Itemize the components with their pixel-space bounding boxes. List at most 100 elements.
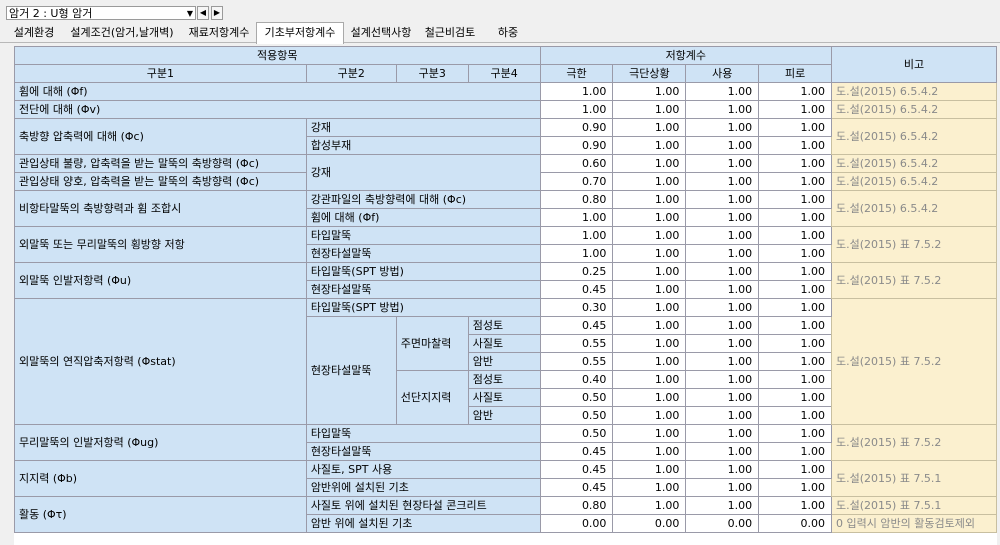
factor-limit-cell[interactable]: 0.60 bbox=[539, 154, 614, 173]
factor-fatigue-cell[interactable]: 1.00 bbox=[758, 370, 833, 389]
factor-service-cell[interactable]: 1.00 bbox=[685, 190, 760, 209]
factor-extreme-cell[interactable]: 1.00 bbox=[612, 136, 687, 155]
factor-service-cell[interactable]: 1.00 bbox=[685, 406, 760, 425]
factor-limit-cell[interactable]: 0.45 bbox=[539, 460, 614, 479]
factor-limit-cell[interactable]: 0.30 bbox=[539, 298, 614, 317]
chevron-down-icon[interactable]: ▼ bbox=[187, 7, 193, 20]
factor-service-cell[interactable]: 1.00 bbox=[685, 460, 760, 479]
factor-limit-cell[interactable]: 1.00 bbox=[539, 226, 614, 245]
factor-service-cell[interactable]: 1.00 bbox=[685, 388, 760, 407]
tab-foundation-resistance[interactable]: 기초부저항계수 bbox=[256, 22, 344, 44]
factor-limit-cell[interactable]: 0.70 bbox=[539, 172, 614, 191]
factor-extreme-cell[interactable]: 1.00 bbox=[612, 496, 687, 515]
factor-limit-cell[interactable]: 1.00 bbox=[539, 244, 614, 263]
factor-fatigue-cell[interactable]: 1.00 bbox=[758, 460, 833, 479]
factor-fatigue-cell[interactable]: 1.00 bbox=[758, 262, 833, 281]
factor-limit-cell[interactable]: 1.00 bbox=[539, 82, 614, 101]
factor-service-cell[interactable]: 1.00 bbox=[685, 208, 760, 227]
factor-service-cell[interactable]: 1.00 bbox=[685, 136, 760, 155]
prev-culvert-button[interactable]: ◀ bbox=[197, 6, 209, 20]
tab-design-options[interactable]: 설계선택사항 bbox=[346, 24, 416, 42]
factor-extreme-cell[interactable]: 1.00 bbox=[612, 424, 687, 443]
factor-service-cell[interactable]: 1.00 bbox=[685, 172, 760, 191]
factor-fatigue-cell[interactable]: 1.00 bbox=[758, 244, 833, 263]
factor-fatigue-cell[interactable]: 1.00 bbox=[758, 208, 833, 227]
culvert-selector[interactable]: 암거 2 : U형 암거 ▼ bbox=[6, 6, 196, 20]
tab-material-resistance[interactable]: 재료저항계수 bbox=[184, 24, 254, 42]
factor-extreme-cell[interactable]: 1.00 bbox=[612, 118, 687, 137]
factor-extreme-cell[interactable]: 1.00 bbox=[612, 244, 687, 263]
factor-fatigue-cell[interactable]: 1.00 bbox=[758, 496, 833, 515]
factor-service-cell[interactable]: 1.00 bbox=[685, 154, 760, 173]
factor-service-cell[interactable]: 1.00 bbox=[685, 244, 760, 263]
factor-extreme-cell[interactable]: 1.00 bbox=[612, 100, 687, 119]
factor-extreme-cell[interactable]: 1.00 bbox=[612, 478, 687, 497]
factor-service-cell[interactable]: 1.00 bbox=[685, 82, 760, 101]
factor-limit-cell[interactable]: 0.45 bbox=[539, 442, 614, 461]
factor-extreme-cell[interactable]: 1.00 bbox=[612, 262, 687, 281]
factor-limit-cell[interactable]: 0.90 bbox=[539, 118, 614, 137]
factor-fatigue-cell[interactable]: 1.00 bbox=[758, 154, 833, 173]
factor-extreme-cell[interactable]: 1.00 bbox=[612, 208, 687, 227]
factor-fatigue-cell[interactable]: 1.00 bbox=[758, 118, 833, 137]
factor-fatigue-cell[interactable]: 1.00 bbox=[758, 280, 833, 299]
factor-extreme-cell[interactable]: 1.00 bbox=[612, 154, 687, 173]
factor-limit-cell[interactable]: 0.45 bbox=[539, 316, 614, 335]
factor-fatigue-cell[interactable]: 0.00 bbox=[758, 514, 833, 533]
factor-fatigue-cell[interactable]: 1.00 bbox=[758, 388, 833, 407]
factor-fatigue-cell[interactable]: 1.00 bbox=[758, 442, 833, 461]
factor-limit-cell[interactable]: 1.00 bbox=[539, 100, 614, 119]
factor-extreme-cell[interactable]: 1.00 bbox=[612, 370, 687, 389]
factor-service-cell[interactable]: 1.00 bbox=[685, 352, 760, 371]
factor-service-cell[interactable]: 1.00 bbox=[685, 442, 760, 461]
factor-limit-cell[interactable]: 0.45 bbox=[539, 478, 614, 497]
factor-service-cell[interactable]: 1.00 bbox=[685, 262, 760, 281]
factor-limit-cell[interactable]: 0.50 bbox=[539, 406, 614, 425]
factor-extreme-cell[interactable]: 1.00 bbox=[612, 280, 687, 299]
factor-service-cell[interactable]: 1.00 bbox=[685, 118, 760, 137]
factor-limit-cell[interactable]: 0.55 bbox=[539, 352, 614, 371]
factor-service-cell[interactable]: 0.00 bbox=[685, 514, 760, 533]
factor-fatigue-cell[interactable]: 1.00 bbox=[758, 136, 833, 155]
factor-service-cell[interactable]: 1.00 bbox=[685, 280, 760, 299]
factor-fatigue-cell[interactable]: 1.00 bbox=[758, 478, 833, 497]
factor-limit-cell[interactable]: 0.40 bbox=[539, 370, 614, 389]
factor-extreme-cell[interactable]: 1.00 bbox=[612, 316, 687, 335]
factor-limit-cell[interactable]: 1.00 bbox=[539, 208, 614, 227]
factor-extreme-cell[interactable]: 1.00 bbox=[612, 172, 687, 191]
factor-extreme-cell[interactable]: 1.00 bbox=[612, 460, 687, 479]
factor-service-cell[interactable]: 1.00 bbox=[685, 226, 760, 245]
factor-extreme-cell[interactable]: 0.00 bbox=[612, 514, 687, 533]
factor-fatigue-cell[interactable]: 1.00 bbox=[758, 226, 833, 245]
factor-fatigue-cell[interactable]: 1.00 bbox=[758, 298, 833, 317]
factor-extreme-cell[interactable]: 1.00 bbox=[612, 352, 687, 371]
factor-extreme-cell[interactable]: 1.00 bbox=[612, 298, 687, 317]
tab-design-conditions[interactable]: 설계조건(암거,날개벽) bbox=[64, 24, 180, 42]
factor-limit-cell[interactable]: 0.00 bbox=[539, 514, 614, 533]
factor-limit-cell[interactable]: 0.80 bbox=[539, 190, 614, 209]
factor-extreme-cell[interactable]: 1.00 bbox=[612, 388, 687, 407]
factor-service-cell[interactable]: 1.00 bbox=[685, 298, 760, 317]
factor-fatigue-cell[interactable]: 1.00 bbox=[758, 100, 833, 119]
factor-service-cell[interactable]: 1.00 bbox=[685, 478, 760, 497]
factor-service-cell[interactable]: 1.00 bbox=[685, 496, 760, 515]
factor-service-cell[interactable]: 1.00 bbox=[685, 370, 760, 389]
factor-service-cell[interactable]: 1.00 bbox=[685, 316, 760, 335]
factor-limit-cell[interactable]: 0.90 bbox=[539, 136, 614, 155]
factor-limit-cell[interactable]: 0.50 bbox=[539, 388, 614, 407]
tab-design-environment[interactable]: 설계환경 bbox=[8, 24, 60, 42]
factor-service-cell[interactable]: 1.00 bbox=[685, 334, 760, 353]
factor-limit-cell[interactable]: 0.50 bbox=[539, 424, 614, 443]
factor-extreme-cell[interactable]: 1.00 bbox=[612, 190, 687, 209]
factor-extreme-cell[interactable]: 1.00 bbox=[612, 82, 687, 101]
factor-fatigue-cell[interactable]: 1.00 bbox=[758, 406, 833, 425]
factor-fatigue-cell[interactable]: 1.00 bbox=[758, 334, 833, 353]
factor-fatigue-cell[interactable]: 1.00 bbox=[758, 424, 833, 443]
factor-limit-cell[interactable]: 0.25 bbox=[539, 262, 614, 281]
factor-extreme-cell[interactable]: 1.00 bbox=[612, 406, 687, 425]
tab-rebar-ratio[interactable]: 철근비검토 bbox=[420, 24, 480, 42]
factor-extreme-cell[interactable]: 1.00 bbox=[612, 442, 687, 461]
factor-service-cell[interactable]: 1.00 bbox=[685, 424, 760, 443]
factor-limit-cell[interactable]: 0.55 bbox=[539, 334, 614, 353]
factor-limit-cell[interactable]: 0.45 bbox=[539, 280, 614, 299]
